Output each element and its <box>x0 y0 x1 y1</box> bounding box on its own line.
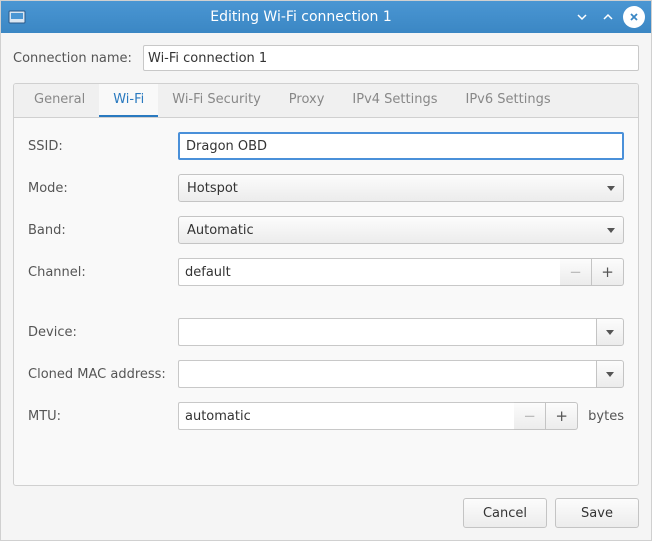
content-area: Connection name: Wi-Fi connection 1 Gene… <box>1 33 651 486</box>
device-combo <box>178 318 624 346</box>
tab-ipv4[interactable]: IPv4 Settings <box>338 84 451 117</box>
channel-spin: − + <box>178 258 624 286</box>
mode-value: Hotspot <box>187 181 238 196</box>
channel-minus-button[interactable]: − <box>560 258 592 286</box>
chevron-down-icon <box>607 186 615 191</box>
wifi-tab-page: SSID: Mode: Hotspot Band: <box>14 118 638 485</box>
mode-combo[interactable]: Hotspot <box>178 174 624 202</box>
mtu-spin: − + <box>178 402 578 430</box>
mtu-label: MTU: <box>28 409 178 424</box>
mtu-plus-button[interactable]: + <box>546 402 578 430</box>
cloned-mac-label: Cloned MAC address: <box>28 367 178 382</box>
tab-wifi[interactable]: Wi-Fi <box>99 84 158 117</box>
connection-name-input[interactable]: Wi-Fi connection 1 <box>143 45 639 71</box>
tab-ipv6[interactable]: IPv6 Settings <box>452 84 565 117</box>
connection-name-label: Connection name: <box>13 51 143 66</box>
plus-icon: + <box>555 407 568 425</box>
band-row: Band: Automatic <box>28 216 624 244</box>
tab-bar: General Wi-Fi Wi-Fi Security Proxy IPv4 … <box>14 84 638 118</box>
device-label: Device: <box>28 325 178 340</box>
mtu-row: MTU: − + bytes <box>28 402 624 430</box>
cloned-mac-combo <box>178 360 624 388</box>
window-title: Editing Wi-Fi connection 1 <box>35 9 567 25</box>
band-combo[interactable]: Automatic <box>178 216 624 244</box>
ssid-input[interactable] <box>178 132 624 160</box>
mtu-minus-button[interactable]: − <box>514 402 546 430</box>
chevron-down-icon <box>606 372 614 377</box>
minus-icon: − <box>569 263 582 281</box>
mtu-input[interactable] <box>178 402 514 430</box>
tab-proxy[interactable]: Proxy <box>275 84 339 117</box>
device-drop-button[interactable] <box>596 318 624 346</box>
minus-icon: − <box>523 407 536 425</box>
cancel-button[interactable]: Cancel <box>463 498 547 528</box>
window: Editing Wi-Fi connection 1 Connection na… <box>0 0 652 541</box>
close-button[interactable] <box>623 6 645 28</box>
app-icon <box>7 7 27 27</box>
device-row: Device: <box>28 318 624 346</box>
device-input[interactable] <box>178 318 596 346</box>
connection-name-value: Wi-Fi connection 1 <box>148 51 267 66</box>
band-label: Band: <box>28 223 178 238</box>
chevron-down-icon <box>606 330 614 335</box>
band-value: Automatic <box>187 223 254 238</box>
save-button[interactable]: Save <box>555 498 639 528</box>
mode-row: Mode: Hotspot <box>28 174 624 202</box>
mtu-unit: bytes <box>588 409 624 424</box>
ssid-row: SSID: <box>28 132 624 160</box>
footer: Cancel Save <box>1 486 651 540</box>
mode-label: Mode: <box>28 181 178 196</box>
channel-row: Channel: − + <box>28 258 624 286</box>
notebook: General Wi-Fi Wi-Fi Security Proxy IPv4 … <box>13 83 639 486</box>
maximize-button[interactable] <box>597 6 619 28</box>
channel-input[interactable] <box>178 258 560 286</box>
channel-label: Channel: <box>28 265 178 280</box>
channel-plus-button[interactable]: + <box>592 258 624 286</box>
cloned-mac-input[interactable] <box>178 360 596 388</box>
titlebar: Editing Wi-Fi connection 1 <box>1 1 651 33</box>
ssid-label: SSID: <box>28 139 178 154</box>
chevron-down-icon <box>607 228 615 233</box>
minimize-button[interactable] <box>571 6 593 28</box>
tab-general[interactable]: General <box>20 84 99 117</box>
tab-wifi-security[interactable]: Wi-Fi Security <box>158 84 275 117</box>
connection-name-row: Connection name: Wi-Fi connection 1 <box>13 45 639 71</box>
cloned-mac-row: Cloned MAC address: <box>28 360 624 388</box>
cloned-mac-drop-button[interactable] <box>596 360 624 388</box>
plus-icon: + <box>601 263 614 281</box>
